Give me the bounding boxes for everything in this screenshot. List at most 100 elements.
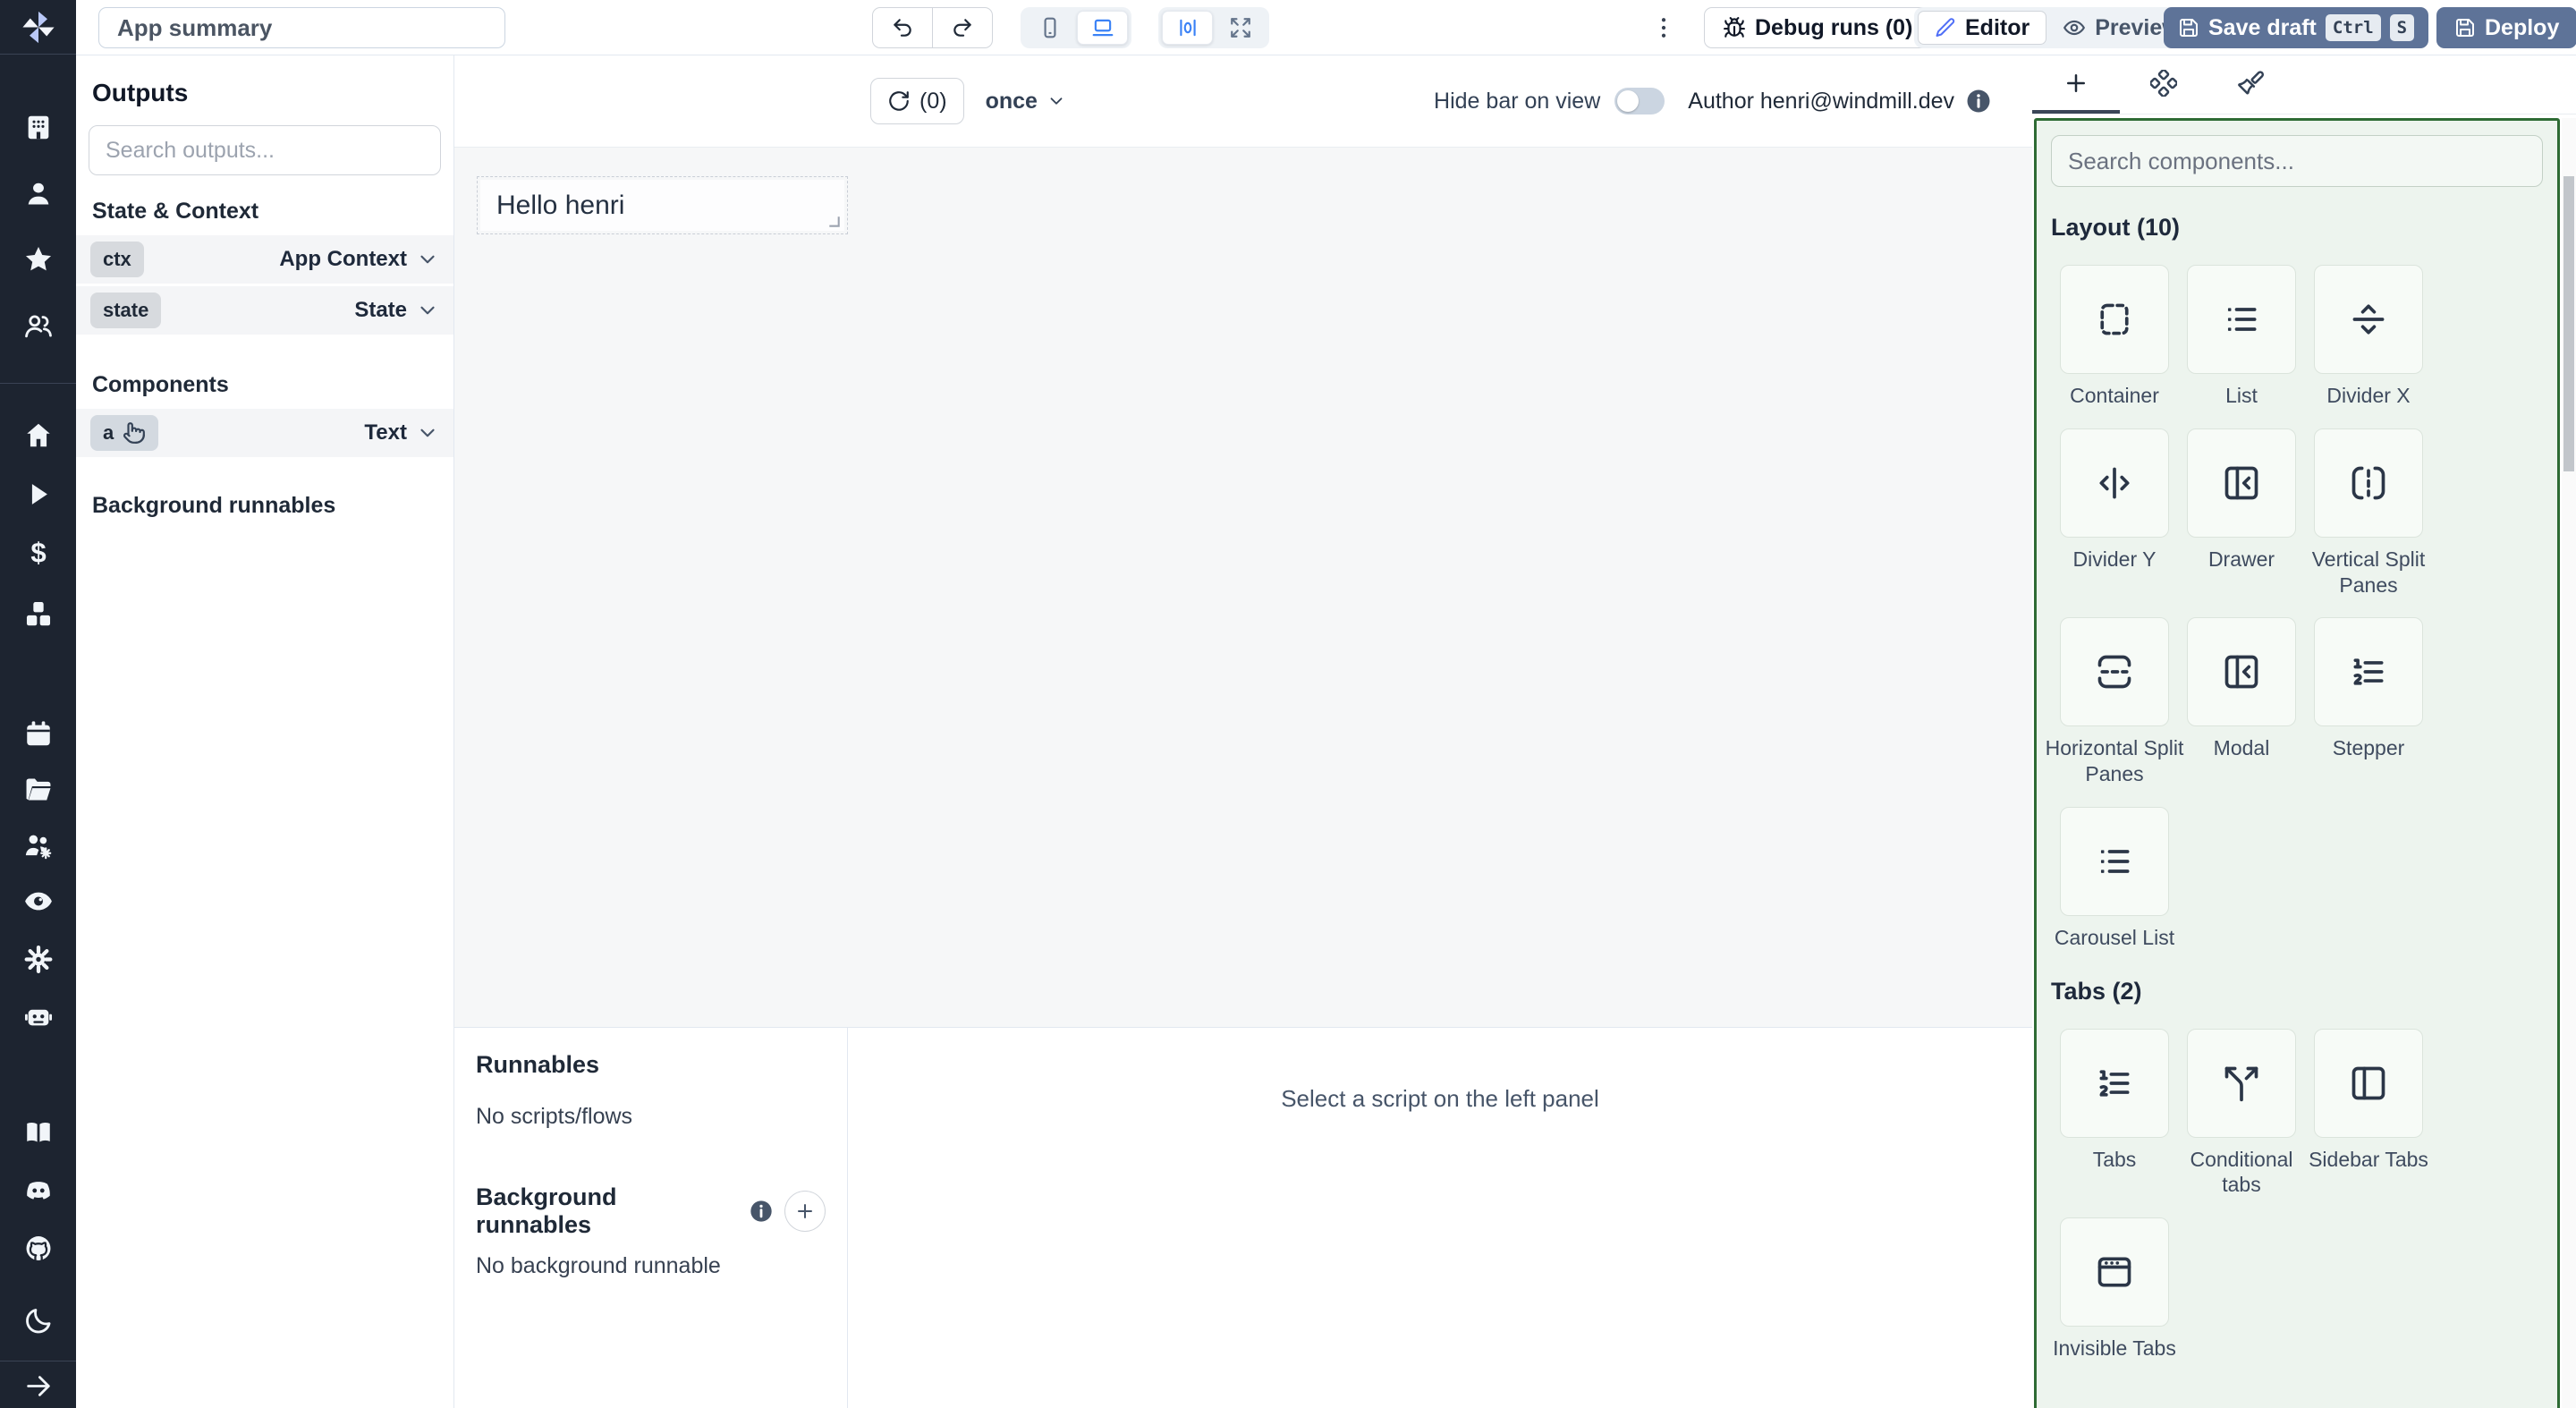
- output-row-state[interactable]: state State: [76, 286, 453, 335]
- component-card-vertical-split-panes[interactable]: Vertical Split Panes: [2298, 428, 2439, 598]
- component-card-container[interactable]: Container: [2044, 265, 2185, 409]
- pencil-icon: [1935, 17, 1956, 38]
- component-card-box[interactable]: [2314, 265, 2423, 374]
- scrollbar-thumb[interactable]: [2563, 176, 2574, 471]
- component-card-tabs[interactable]: Tabs: [2044, 1029, 2185, 1199]
- sidebar-tabs-icon: [2349, 1064, 2388, 1103]
- rail-people-button[interactable]: [23, 311, 54, 346]
- component-card-modal[interactable]: Modal: [2171, 617, 2312, 787]
- output-row-ctx[interactable]: ctx App Context: [76, 235, 453, 284]
- component-card-horizontal-split-panes[interactable]: Horizontal Split Panes: [2044, 617, 2185, 787]
- fullwidth-layout-button[interactable]: [1215, 11, 1266, 45]
- rail-home-button[interactable]: [23, 420, 54, 455]
- component-card-box[interactable]: [2187, 265, 2296, 374]
- component-card-drawer[interactable]: Drawer: [2171, 428, 2312, 598]
- chevron-down-icon[interactable]: [416, 299, 439, 322]
- component-card-invisible-tabs[interactable]: Invisible Tabs: [2044, 1217, 2185, 1361]
- rail-star-button[interactable]: [23, 244, 54, 279]
- tab-component-settings[interactable]: [2120, 55, 2207, 114]
- chevron-down-icon[interactable]: [416, 421, 439, 445]
- output-row-component-a[interactable]: a Text: [76, 409, 453, 457]
- invisible-tabs-icon: [2095, 1252, 2134, 1292]
- component-card-box[interactable]: [2060, 428, 2169, 538]
- component-card-label: Vertical Split Panes: [2298, 547, 2439, 598]
- rail-moon-button[interactable]: [23, 1306, 54, 1341]
- component-card-box[interactable]: [2187, 617, 2296, 726]
- tab-insert-component[interactable]: [2032, 55, 2120, 114]
- component-a-badge: a: [90, 415, 158, 451]
- save-draft-button[interactable]: Save draft Ctrl S: [2164, 7, 2428, 48]
- tab-component-styling[interactable]: [2207, 55, 2295, 114]
- floppy-icon: [2454, 17, 2476, 38]
- ctx-type-label: App Context: [279, 247, 407, 272]
- building-icon: [23, 113, 54, 143]
- editor-label: Editor: [1965, 15, 2029, 41]
- kebab-menu-icon: [1650, 14, 1677, 41]
- rail-people-gear-button[interactable]: [23, 831, 54, 866]
- component-library: Layout (10)ContainerListDivider XDivider…: [2034, 118, 2560, 1408]
- run-mode-dropdown[interactable]: once: [986, 89, 1066, 115]
- rail-windmill-logo-button[interactable]: [17, 6, 60, 54]
- component-card-list[interactable]: List: [2171, 265, 2312, 409]
- device-toggle: [1021, 7, 1131, 48]
- component-card-box[interactable]: [2060, 1029, 2169, 1138]
- redo-icon: [951, 16, 974, 39]
- rail-book-button[interactable]: [23, 1118, 54, 1153]
- rail-arrow-right-button[interactable]: [23, 1371, 54, 1406]
- rail-robot-button[interactable]: [23, 1002, 54, 1037]
- component-card-sidebar-tabs[interactable]: Sidebar Tabs: [2298, 1029, 2439, 1199]
- text-component[interactable]: Hello henri: [480, 180, 844, 231]
- component-grid-cell[interactable]: Hello henri: [477, 176, 848, 234]
- component-card-divider-y[interactable]: Divider Y: [2044, 428, 2185, 598]
- drawer-icon: [2222, 463, 2261, 503]
- rail-folder-button[interactable]: [23, 775, 54, 810]
- more-menu-button[interactable]: [1648, 7, 1679, 48]
- hide-bar-toggle[interactable]: [1614, 88, 1665, 115]
- debug-runs-button[interactable]: Debug runs (0): [1704, 7, 1931, 48]
- rail-eye-button[interactable]: [23, 886, 54, 921]
- rail-building-button[interactable]: [23, 113, 54, 148]
- rail-github-button[interactable]: [23, 1234, 54, 1268]
- chevron-down-icon[interactable]: [416, 248, 439, 271]
- component-card-box[interactable]: [2314, 1029, 2423, 1138]
- vertical-split-icon: [2349, 463, 2388, 503]
- app-summary-input[interactable]: [98, 7, 505, 48]
- redo-button[interactable]: [932, 7, 993, 48]
- outputs-panel: Outputs State & Context ctx App Context …: [76, 55, 454, 1408]
- components-search-input[interactable]: [2051, 135, 2543, 187]
- rail-play-button[interactable]: [23, 479, 54, 514]
- align-center-icon: [1176, 16, 1199, 39]
- component-card-box[interactable]: [2187, 1029, 2296, 1138]
- rail-gear-button[interactable]: [23, 945, 54, 980]
- component-card-box[interactable]: [2060, 617, 2169, 726]
- rail-cubes-button[interactable]: [23, 599, 54, 634]
- outputs-search-input[interactable]: [89, 125, 441, 175]
- undo-button[interactable]: [872, 7, 933, 48]
- panel-scrollbar[interactable]: [2562, 118, 2576, 1408]
- rail-calendar-button[interactable]: [23, 719, 54, 754]
- component-card-box[interactable]: [2060, 265, 2169, 374]
- component-card-box[interactable]: [2060, 807, 2169, 916]
- refresh-button[interactable]: (0): [870, 78, 964, 124]
- rail-discord-button[interactable]: [23, 1176, 54, 1211]
- resize-handle-icon[interactable]: [828, 216, 840, 227]
- component-card-stepper[interactable]: Stepper: [2298, 617, 2439, 787]
- rail-dollar-button[interactable]: $: [23, 539, 54, 573]
- component-card-box[interactable]: [2187, 428, 2296, 538]
- desktop-view-button[interactable]: [1077, 11, 1128, 45]
- tab-editor[interactable]: Editor: [1918, 11, 2046, 45]
- app-canvas[interactable]: Hello henri: [454, 148, 2032, 1027]
- component-card-conditional-tabs[interactable]: Conditional tabs: [2171, 1029, 2312, 1199]
- component-card-box[interactable]: [2314, 617, 2423, 726]
- rail-person-button[interactable]: [23, 179, 54, 214]
- component-card-box[interactable]: [2314, 428, 2423, 538]
- component-card-box[interactable]: [2060, 1217, 2169, 1327]
- info-icon[interactable]: [1965, 88, 1992, 115]
- center-layout-button[interactable]: [1162, 11, 1213, 45]
- add-background-runnable-button[interactable]: [784, 1191, 826, 1232]
- deploy-button[interactable]: Deploy: [2436, 7, 2576, 48]
- info-icon[interactable]: [749, 1199, 774, 1224]
- component-card-divider-x[interactable]: Divider X: [2298, 265, 2439, 409]
- mobile-view-button[interactable]: [1024, 11, 1075, 45]
- component-card-carousel-list[interactable]: Carousel List: [2044, 807, 2185, 951]
